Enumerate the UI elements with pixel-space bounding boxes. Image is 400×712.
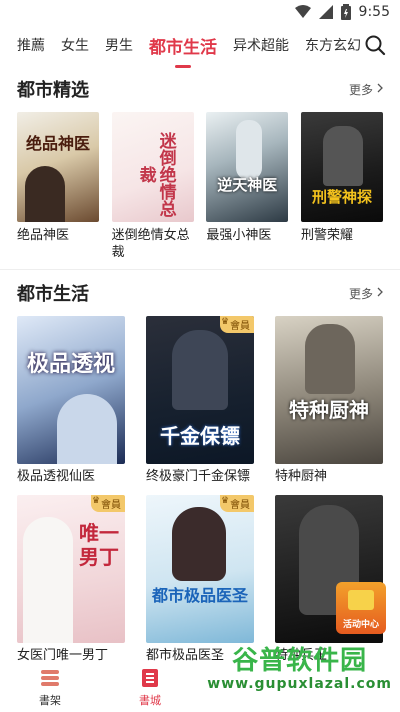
nav-label: 書架 — [39, 693, 61, 707]
book-cover: 迷倒绝情总裁 — [111, 112, 194, 222]
watermark: 谷普软件园 www.gupuxlazal.com — [207, 646, 392, 692]
book-title: 特种厨神 — [275, 469, 328, 484]
book-cover: 都市极品医圣 會員 — [146, 495, 254, 643]
tab-recommend[interactable]: 推薦 — [17, 35, 45, 55]
activity-center-button[interactable]: 活动中心 — [336, 582, 386, 634]
book-card[interactable]: 极品透视 极品透视仙医 — [17, 316, 125, 485]
book-cover: 刑警神探 — [300, 112, 383, 222]
book-card[interactable]: 特种厨神 特种厨神 — [275, 316, 383, 485]
watermark-url: www.gupuxlazal.com — [207, 676, 392, 692]
battery-icon — [340, 4, 351, 20]
bookstore-icon — [139, 667, 161, 689]
section-title: 都市生活 — [17, 284, 89, 305]
section-title: 都市精选 — [17, 80, 89, 101]
section-header: 都市精选 更多 — [17, 66, 383, 112]
nav-label: 書城 — [139, 693, 161, 707]
status-bar: 9:55 — [0, 0, 400, 24]
vip-badge: 會員 — [220, 495, 254, 512]
cover-title: 刑警神探 — [311, 188, 372, 206]
book-card[interactable]: 绝品神医 绝品神医 — [17, 112, 99, 261]
book-title: 终极豪门千金保镖 — [146, 469, 251, 484]
book-title: 刑警荣耀 — [300, 228, 353, 243]
book-card[interactable]: 千金保镖 會員 终极豪门千金保镖 — [146, 316, 254, 485]
book-title: 极品透视仙医 — [17, 469, 96, 484]
more-label: 更多 — [348, 286, 373, 301]
chevron-right-icon — [377, 286, 383, 300]
book-title: 迷倒绝情女总裁 — [111, 228, 190, 260]
search-icon[interactable] — [364, 34, 386, 56]
more-link[interactable]: 更多 — [349, 81, 383, 98]
cover-title: 都市极品医圣 — [151, 586, 248, 605]
book-card[interactable]: 逆天神医 最强小神医 — [206, 112, 289, 261]
tab-male[interactable]: 男生 — [105, 35, 133, 55]
watermark-title: 谷普软件园 — [232, 646, 368, 676]
book-card[interactable]: 都市极品医圣 會員 都市极品医圣 — [146, 495, 254, 664]
cover-title: 迷倒绝情总裁 — [135, 131, 176, 217]
book-cover: 唯一男丁 會員 — [17, 495, 125, 643]
book-card[interactable]: 特种兵王 — [275, 495, 383, 664]
book-cover: 绝品神医 — [17, 112, 99, 222]
section-header: 都市生活 更多 — [17, 270, 383, 316]
vip-badge: 會員 — [220, 316, 254, 333]
tab-supernatural[interactable]: 异术超能 — [233, 35, 289, 55]
cover-title: 特种厨神 — [289, 398, 369, 422]
cover-title: 逆天神医 — [217, 176, 278, 194]
book-cover: 特种厨神 — [275, 316, 383, 464]
tab-urban-life[interactable]: 都市生活 — [149, 33, 217, 68]
book-title: 最强小神医 — [206, 228, 272, 243]
book-card[interactable]: 唯一男丁 會員 女医门唯一男丁 — [17, 495, 125, 664]
book-cover: 逆天神医 — [206, 112, 289, 222]
cover-title: 极品透视 — [26, 352, 115, 377]
book-card[interactable]: 刑警神探 刑警荣耀 — [300, 112, 383, 261]
category-tabs: 推薦 女生 男生 都市生活 异术超能 东方玄幻 — [0, 24, 400, 68]
book-cover: 千金保镖 會員 — [146, 316, 254, 464]
signal-icon — [318, 5, 333, 19]
treasure-chest-icon — [348, 590, 374, 610]
tab-female[interactable]: 女生 — [61, 35, 89, 55]
nav-bookshelf[interactable]: 書架 — [0, 662, 100, 712]
status-time: 9:55 — [358, 4, 390, 20]
book-grid: 绝品神医 绝品神医 迷倒绝情总裁 迷倒绝情女总裁 逆天神医 最强小神医 刑警神探… — [17, 112, 383, 261]
more-label: 更多 — [348, 82, 373, 97]
more-link[interactable]: 更多 — [349, 285, 383, 302]
book-card[interactable]: 迷倒绝情总裁 迷倒绝情女总裁 — [111, 112, 194, 261]
chevron-right-icon — [377, 82, 383, 96]
section-urban-picks: 都市精选 更多 绝品神医 绝品神医 迷倒绝情总裁 迷倒绝情女总裁 逆天神医 最强… — [0, 66, 400, 261]
cover-title: 唯一男丁 — [79, 521, 119, 569]
cover-title: 千金保镖 — [160, 424, 240, 448]
cover-title: 绝品神医 — [25, 134, 90, 153]
activity-center-label: 活动中心 — [342, 620, 379, 630]
book-grid: 极品透视 极品透视仙医 千金保镖 會員 终极豪门千金保镖 特种厨神 特种厨神 唯… — [17, 316, 383, 674]
vip-badge: 會員 — [91, 495, 125, 512]
tab-eastern-fantasy[interactable]: 东方玄幻 — [305, 35, 361, 55]
book-cover: 极品透视 — [17, 316, 125, 464]
bookshelf-icon — [39, 667, 61, 689]
book-title: 绝品神医 — [17, 228, 70, 243]
nav-bookstore[interactable]: 書城 — [100, 662, 200, 712]
wifi-icon — [294, 5, 311, 19]
